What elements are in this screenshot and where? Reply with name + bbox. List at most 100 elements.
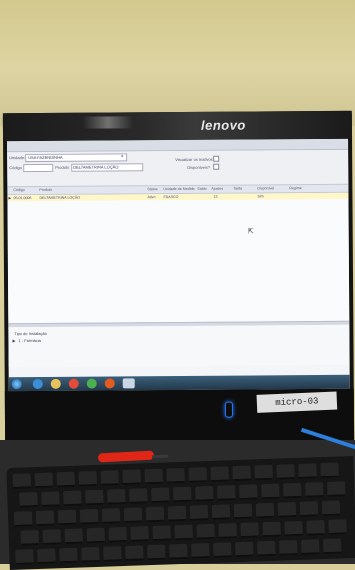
keyboard-key: [108, 526, 127, 543]
grid-body: ⇱: [7, 198, 350, 324]
power-button-icon[interactable]: [224, 401, 233, 418]
keyboard-key: [174, 524, 193, 541]
keyboard-key: [321, 500, 341, 517]
screen: Unidade: USA FAZENDINHA ▾ Código Produto…: [7, 138, 350, 392]
ie-icon[interactable]: [32, 378, 43, 390]
keyboard-key: [63, 490, 82, 507]
firefox-icon[interactable]: [104, 378, 115, 389]
keyboard-key: [306, 520, 325, 536]
brand-logo: lenovo: [200, 117, 246, 133]
keyboard-key: [213, 542, 232, 558]
asset-sticker: micro-03: [256, 391, 338, 413]
col-status[interactable]: Status: [147, 187, 157, 191]
keyboard-key: [232, 465, 251, 482]
keyboard-key: [240, 522, 259, 538]
keyboard-key: [59, 547, 78, 564]
col-ajustes[interactable]: Ajustes: [211, 187, 223, 191]
monitor-top-bezel: lenovo: [2, 110, 353, 142]
keyboard-key: [100, 470, 119, 486]
col-disponivel[interactable]: Disponível: [257, 186, 274, 190]
col-codigo[interactable]: Código: [13, 188, 24, 192]
col-regime[interactable]: Regime: [289, 186, 301, 190]
chrome-icon[interactable]: [86, 378, 97, 389]
keyboard-key: [145, 506, 165, 523]
keyboard-key: [79, 508, 99, 525]
cell-status: Ativo: [147, 195, 156, 200]
keyboard-key: [129, 488, 148, 504]
keyboard-key: [13, 511, 33, 527]
keyboard-key: [298, 463, 317, 479]
produto-value: DELTAMETRINA LOÇÃO: [73, 164, 119, 170]
chevron-down-icon[interactable]: ▾: [121, 153, 123, 158]
filter-panel: Unidade: USA FAZENDINHA ▾ Código Produto…: [7, 149, 349, 187]
disponiveis-checkbox[interactable]: [213, 163, 220, 170]
keyboard-key: [41, 491, 60, 507]
inativos-checkbox[interactable]: [213, 155, 220, 162]
start-button-icon[interactable]: [11, 379, 22, 390]
keyboard-key: [85, 489, 104, 506]
keyboard-key: [239, 484, 258, 500]
keyboard-key: [122, 469, 141, 486]
keyboard-key: [12, 473, 32, 489]
unidade-label: Unidade:: [9, 155, 26, 161]
keyboard-key: [210, 466, 229, 482]
keyboard-key: [284, 520, 303, 537]
cell-produto: DELTAMETRINA LOÇÃO: [39, 195, 81, 200]
mouse-cursor-icon: ⇱: [247, 228, 254, 236]
keyboard-key: [235, 541, 254, 558]
tree-expand-icon[interactable]: ▶: [12, 338, 15, 343]
keyboard-key: [276, 464, 295, 480]
col-unidade[interactable]: Unidade de Medida: [163, 187, 194, 191]
unidade-value: USA FAZENDINHA: [28, 154, 63, 161]
codigo-label: Código: [9, 165, 22, 171]
keyboard-key: [144, 468, 163, 485]
keyboard-key: [301, 539, 320, 555]
keyboard-key: [196, 523, 215, 540]
keyboard-key: [257, 540, 276, 557]
keyboard-key: [328, 519, 347, 535]
keyboard-key: [15, 549, 34, 565]
tree-item-farmacia[interactable]: 1 - Farmácia: [18, 338, 40, 343]
keyboard-key: [217, 485, 236, 501]
keyboard-key: [125, 545, 144, 561]
keyboard-key: [152, 525, 171, 542]
keyboard-key: [64, 528, 84, 545]
folder-icon[interactable]: [50, 378, 61, 389]
keyboard-key: [42, 529, 62, 545]
cell-ajustes: 13: [213, 194, 218, 199]
monitor-bottom-bezel: micro-03: [4, 388, 355, 444]
col-produto[interactable]: Produto: [39, 188, 52, 192]
keyboard-key: [130, 526, 149, 542]
keyboard-key: [35, 510, 55, 527]
keyboard-key: [101, 508, 121, 524]
keyboard-key: [255, 502, 275, 519]
keyboard-key: [173, 486, 192, 503]
keyboard-key: [107, 488, 126, 505]
col-saldo[interactable]: Saldo: [197, 187, 206, 191]
keyboard-key: [191, 543, 210, 559]
keyboard-key: [195, 485, 214, 502]
keyboard-key: [277, 502, 297, 518]
keyboard-key: [320, 462, 339, 479]
keyboard-key: [211, 504, 231, 520]
keyboard-key: [81, 546, 100, 563]
keyboard-key: [34, 472, 54, 489]
app-window-icon[interactable]: [122, 378, 135, 389]
keyboard-key: [261, 483, 280, 500]
keyboard-key: [279, 539, 298, 556]
keyboard-key: [233, 503, 253, 520]
row-pointer-icon: ▶: [8, 196, 12, 201]
disponiveis-label: Disponíveis?: [187, 164, 211, 170]
keyboard-key: [78, 470, 98, 487]
cell-codigo: 05.01.0006: [13, 196, 32, 201]
keyboard-key: [305, 482, 324, 498]
media-player-icon[interactable]: [68, 378, 79, 389]
keyboard-key: [103, 546, 122, 562]
reflection-glare: [82, 116, 133, 129]
col-tarifa[interactable]: Tarifa: [233, 187, 242, 191]
keyboard-key: [218, 523, 237, 539]
keyboard-key: [147, 544, 166, 561]
cell-disponivel: Sim: [257, 194, 264, 199]
codigo-input[interactable]: [23, 163, 54, 173]
keyboard-key: [20, 530, 40, 546]
